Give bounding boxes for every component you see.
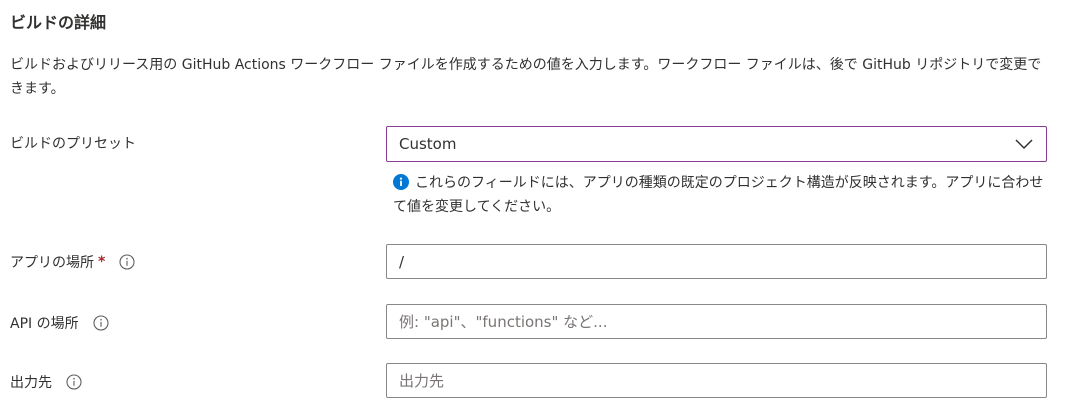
preset-label: ビルドのプリセット <box>10 136 136 152</box>
preset-label-container: ビルドのプリセット <box>10 133 136 153</box>
info-filled-icon <box>393 174 409 190</box>
app-location-label-container: アプリの場所 * <box>10 252 135 272</box>
info-icon[interactable] <box>119 254 135 270</box>
required-marker: * <box>98 254 106 270</box>
api-location-label: API の場所 <box>10 316 79 332</box>
app-location-label: アプリの場所 <box>10 255 94 271</box>
info-icon[interactable] <box>66 374 82 390</box>
chevron-down-icon <box>1015 139 1033 150</box>
output-location-label-container: 出力先 <box>10 372 82 392</box>
app-location-input[interactable] <box>386 244 1047 279</box>
api-location-input[interactable] <box>386 304 1047 339</box>
preset-hint: これらのフィールドには、アプリの種類の既定のプロジェクト構造が反映されます。アプ… <box>393 171 1053 219</box>
output-location-input[interactable] <box>386 363 1047 398</box>
build-preset-value: Custom <box>399 135 457 153</box>
section-description: ビルドおよびリリース用の GitHub Actions ワークフロー ファイルを… <box>10 57 1042 97</box>
output-location-label: 出力先 <box>10 375 52 391</box>
preset-hint-text: これらのフィールドには、アプリの種類の既定のプロジェクト構造が反映されます。アプ… <box>393 175 1044 215</box>
section-title: ビルドの詳細 <box>10 13 107 32</box>
build-preset-dropdown[interactable]: Custom <box>386 126 1047 162</box>
info-icon[interactable] <box>93 315 109 331</box>
api-location-label-container: API の場所 <box>10 313 109 333</box>
